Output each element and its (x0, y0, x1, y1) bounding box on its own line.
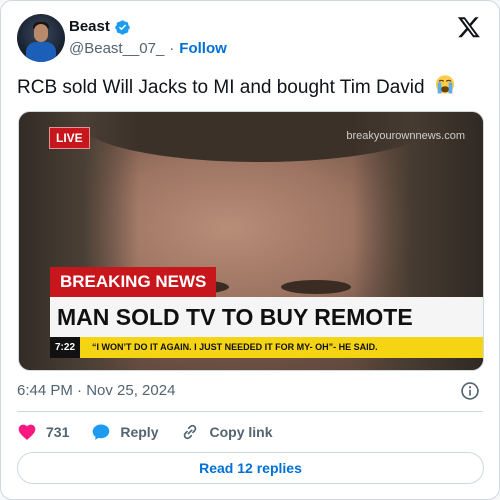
follow-button[interactable]: Follow (179, 40, 227, 58)
x-logo-icon[interactable] (457, 15, 481, 39)
avatar[interactable] (17, 14, 65, 62)
live-badge: LIVE (49, 127, 90, 149)
author-handle[interactable]: @Beast__07_ (69, 40, 164, 58)
like-button[interactable]: 731 (17, 422, 69, 442)
tweet-text-content: RCB sold Will Jacks to MI and bought Tim… (17, 77, 425, 98)
loudly-crying-face-icon (435, 75, 455, 94)
copy-link-button[interactable]: Copy link (180, 422, 273, 442)
action-bar: 731 Reply Copy link (17, 421, 295, 443)
separator-dot: · (169, 40, 175, 57)
reply-bubble-icon (93, 424, 110, 440)
author-display-name[interactable]: Beast (69, 18, 110, 36)
tweet-timestamp[interactable]: 6:44 PM · Nov 25, 2024 (17, 381, 175, 401)
like-count: 731 (46, 424, 70, 440)
tweet-media-image[interactable]: LIVE breakyourownnews.com BREAKING NEWS … (18, 111, 484, 371)
news-headline: MAN SOLD TV TO BUY REMOTE (50, 297, 483, 337)
read-replies-button[interactable]: Read 12 replies (17, 452, 484, 484)
divider (17, 411, 483, 412)
reply-label: Reply (120, 424, 159, 440)
ticker-quote: “I WON’T DO IT AGAIN. I JUST NEEDED IT F… (92, 342, 378, 352)
verified-badge-icon (115, 19, 130, 35)
author-handle-row: @Beast__07_ · Follow (69, 40, 227, 58)
link-icon (184, 424, 197, 440)
author-name-row: Beast (69, 18, 131, 36)
news-ticker: 7:22 “I WON’T DO IT AGAIN. I JUST NEEDED… (50, 337, 483, 358)
breaking-news-label: BREAKING NEWS (50, 267, 217, 297)
media-watermark: breakyourownnews.com (346, 130, 465, 142)
tweet-header: Beast @Beast__07_ · Follow (17, 14, 483, 64)
heart-icon (18, 424, 36, 440)
copy-link-label: Copy link (209, 424, 273, 440)
ticker-time: 7:22 (50, 337, 80, 358)
info-icon[interactable] (460, 381, 480, 401)
tweet-card: Beast @Beast__07_ · Follow RCB sold Will… (0, 0, 500, 500)
reply-button[interactable]: Reply (91, 422, 158, 442)
tweet-text: RCB sold Will Jacks to MI and bought Tim… (17, 74, 457, 100)
